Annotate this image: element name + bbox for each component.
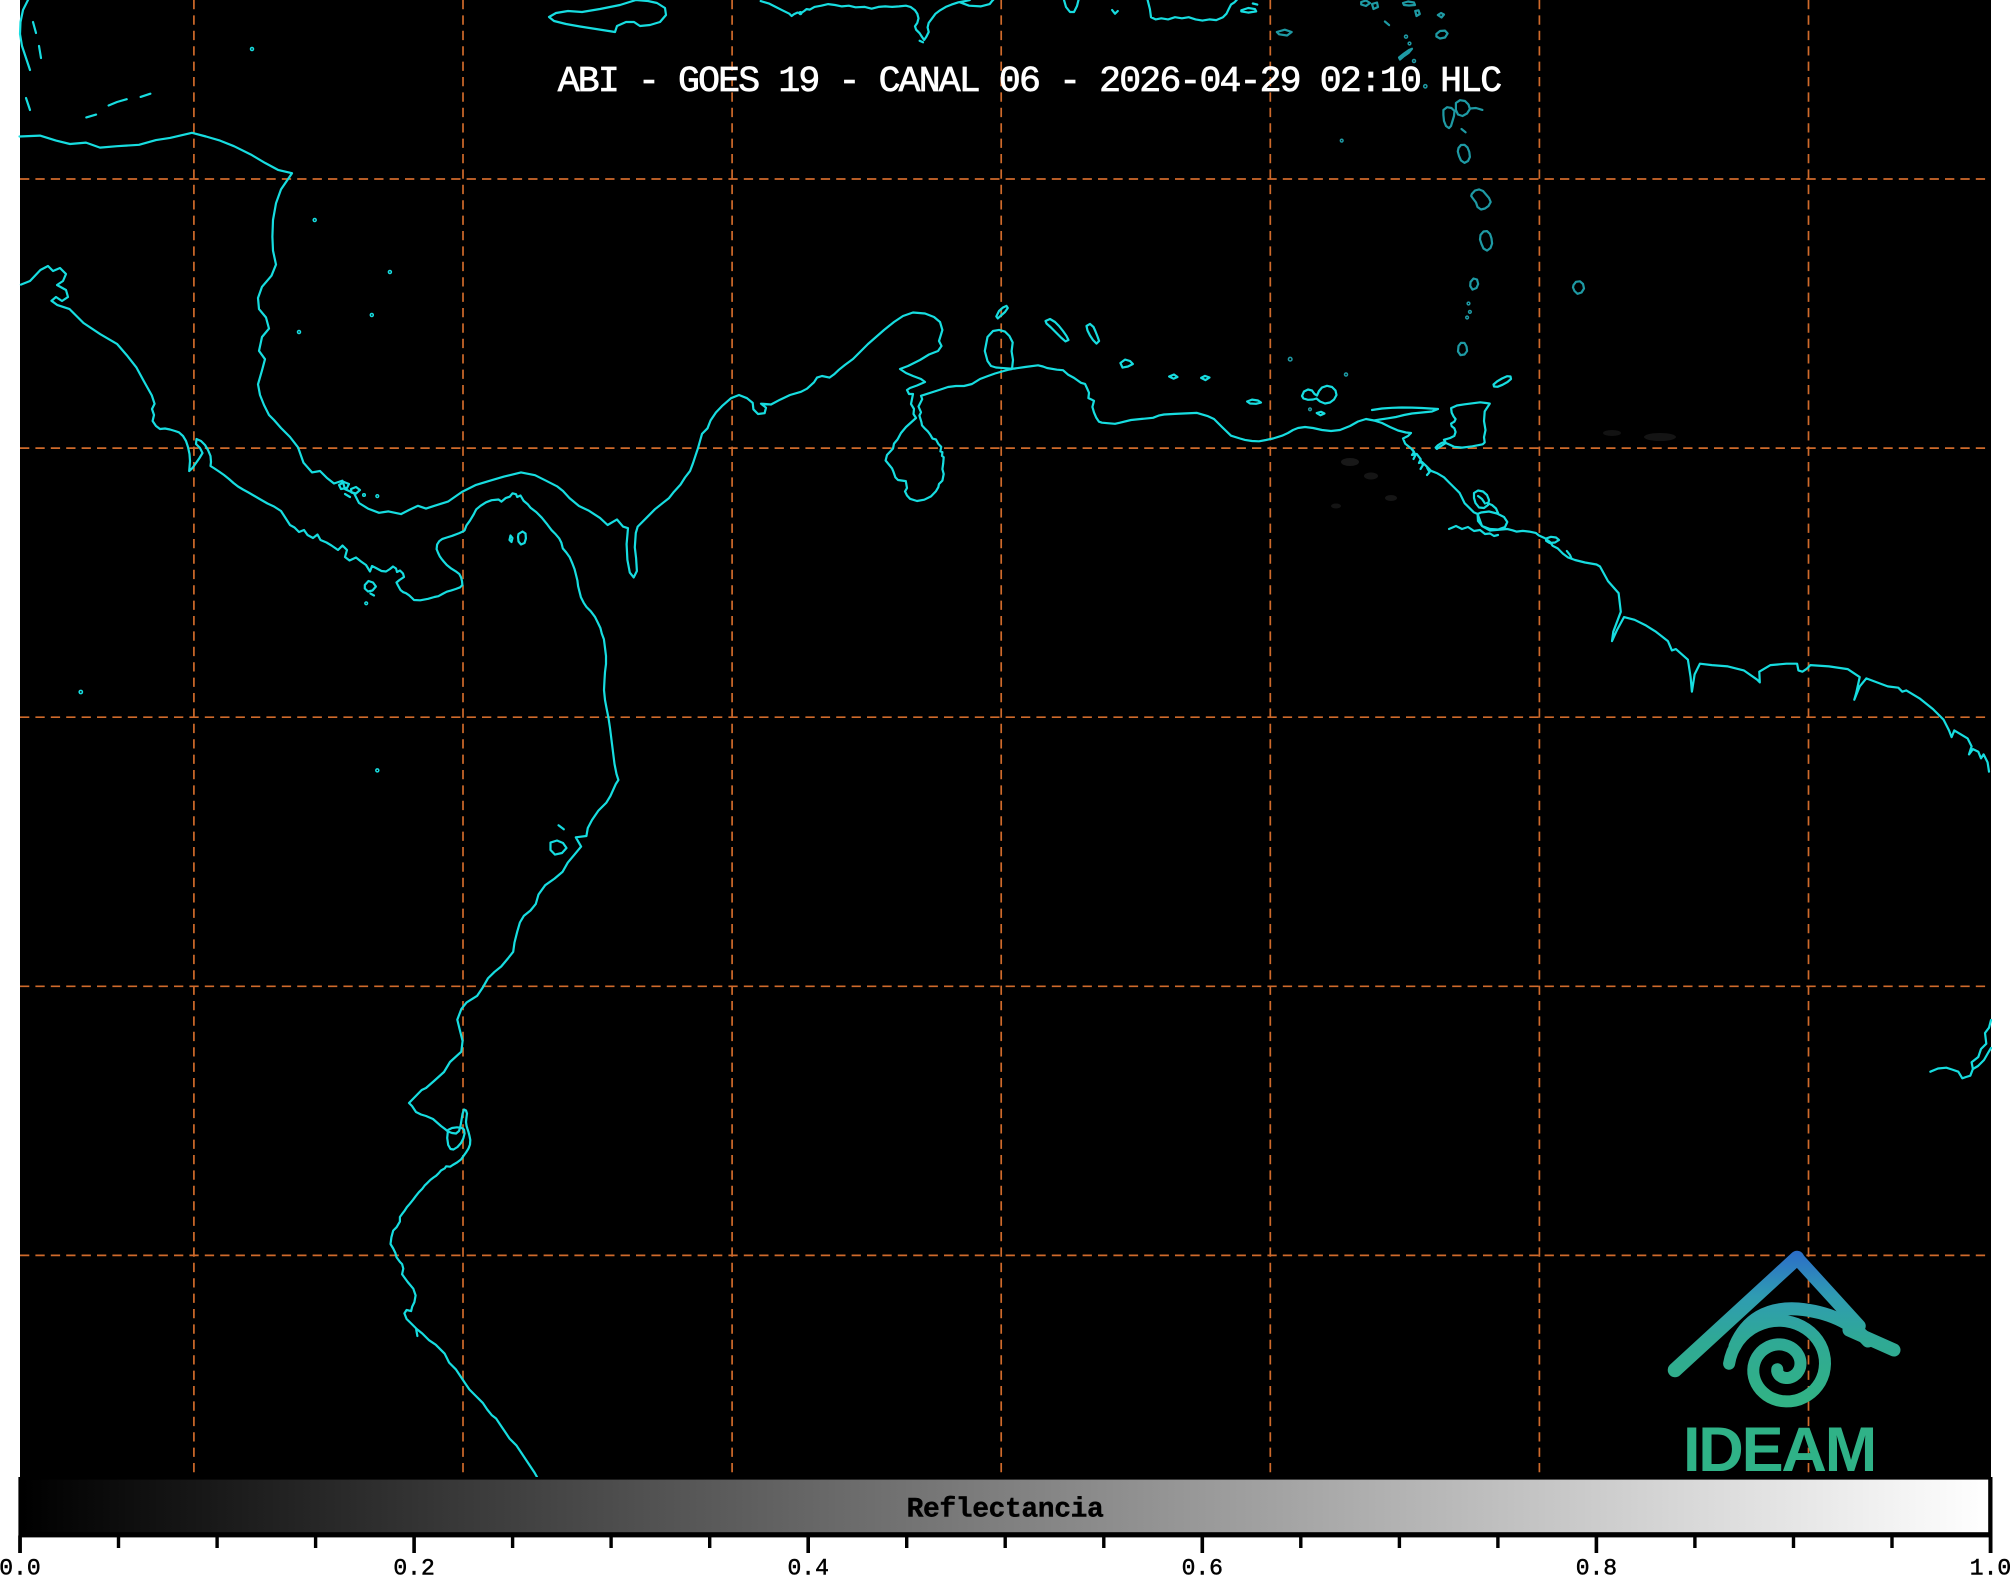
svg-text:0.4: 0.4: [787, 1556, 828, 1577]
svg-text:0.0: 0.0: [0, 1556, 41, 1577]
svg-text:0.2: 0.2: [393, 1556, 434, 1577]
svg-text:1.0: 1.0: [1970, 1556, 2011, 1577]
svg-text:0.8: 0.8: [1576, 1556, 1617, 1577]
svg-text:ABI - GOES 19 - CANAL 06 - 202: ABI - GOES 19 - CANAL 06 - 2026-04-29 02…: [558, 61, 1501, 102]
svg-text:0.6: 0.6: [1182, 1556, 1223, 1577]
svg-text:IDEAM: IDEAM: [1683, 1415, 1875, 1485]
svg-text:Reflectancia: Reflectancia: [907, 1495, 1104, 1526]
